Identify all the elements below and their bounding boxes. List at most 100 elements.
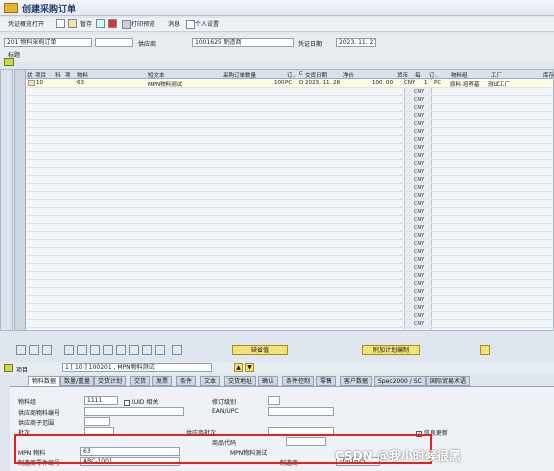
grid-line (26, 199, 553, 200)
filter-icon[interactable] (129, 345, 139, 355)
grid-line (26, 167, 553, 168)
cell-delivery[interactable]: 2023. 11. 28 (305, 80, 340, 86)
sum-icon[interactable] (142, 345, 152, 355)
vendor-mat-no-field[interactable] (84, 407, 184, 416)
cell-unit[interactable]: PC (285, 80, 292, 86)
tab-delivery[interactable]: 交货 (130, 376, 151, 386)
vendor-field[interactable]: 1001625 制造商 (192, 38, 294, 47)
previous-item-icon[interactable]: ▲ (234, 363, 243, 372)
order-number-field[interactable] (95, 38, 133, 47)
tab-qty-weight[interactable]: 数量/重量 (60, 376, 95, 386)
vendor-subrange-label: 供应商子范围 (18, 420, 55, 427)
col-net-price[interactable]: 净价 (343, 71, 354, 79)
planning-icon[interactable] (480, 345, 490, 355)
tab-invoice[interactable]: 发票 (152, 376, 173, 386)
doc-date-field[interactable]: 2023. 11. 27 (336, 38, 376, 47)
collapse-icon[interactable] (4, 364, 13, 372)
revision-field[interactable] (268, 396, 280, 405)
col-item[interactable]: 项目 (35, 71, 46, 79)
detail-tabs: 物料数据 数量/重量 交货计划 交货 发票 条件 文本 交货地址 确认 条件控制… (28, 376, 554, 386)
tab-spec2000[interactable]: Spec2000 / SC (374, 376, 426, 386)
col-acct[interactable]: 科 (55, 71, 61, 79)
col-ordered[interactable]: 订.. (287, 71, 296, 79)
tab-customer-data[interactable]: 客户数据 (340, 376, 373, 386)
col-status[interactable]: 状 (27, 71, 33, 79)
watermark: CSDN @我小时候很黑 (335, 449, 461, 463)
iuid-checkbox[interactable]: IUID 相关 (124, 397, 158, 406)
grid-header: 状 项目 科 项 物料 短文本 采购订单数量 订.. C 交货日期 净价 货币 … (15, 70, 553, 79)
tab-delivery-schedule[interactable]: 交货计划 (94, 376, 127, 386)
personal-settings-button[interactable]: 个人设置 (186, 19, 219, 29)
details-icon[interactable] (16, 345, 26, 355)
tab-texts[interactable]: 文本 (200, 376, 221, 386)
tab-conditions[interactable]: 条件 (176, 376, 197, 386)
col-currency[interactable]: 货币 (397, 71, 408, 79)
title-bar: 创建采购订单 (0, 0, 554, 16)
order-type-select[interactable]: 201 物料采购订单 (4, 38, 92, 47)
col-short-text[interactable]: 短文本 (148, 71, 165, 79)
cell-currency[interactable]: CNY (404, 80, 415, 86)
cell-per[interactable]: 1 (424, 80, 428, 86)
tab-incoterms[interactable]: 国际贸易术语 (426, 376, 471, 386)
default-values-button[interactable]: 缺省值 (232, 345, 288, 355)
status-icon[interactable] (108, 19, 117, 28)
cell-material[interactable]: 63 (77, 80, 84, 86)
grid-line (26, 311, 553, 312)
vendor-mat-no-label: 供应商物料编号 (18, 410, 61, 417)
col-delivery-date[interactable]: 交货日期 (305, 71, 327, 79)
col-cat[interactable]: 项 (65, 71, 71, 79)
additional-planning-button[interactable]: 附加计划编制 (362, 345, 420, 355)
cell-cat[interactable]: D (299, 80, 303, 86)
vendor-subrange-field[interactable] (84, 417, 110, 426)
mat-group-field[interactable]: 1111 (84, 396, 118, 405)
cell-order-unit[interactable]: PC (434, 80, 441, 86)
tab-confirmations[interactable]: 确认 (258, 376, 279, 386)
cell-item[interactable]: 10 (36, 80, 43, 86)
col-per[interactable]: 每 (415, 71, 421, 79)
grid-line (26, 239, 553, 240)
col-material[interactable]: 物料 (77, 71, 88, 79)
sort-asc-icon[interactable] (103, 345, 113, 355)
cell-price[interactable]: 100. 00 (372, 80, 393, 86)
iuid-check-icon[interactable] (124, 399, 130, 406)
col-po-qty[interactable]: 采购订单数量 (223, 71, 256, 79)
grid-line (26, 207, 553, 208)
row-selector[interactable] (15, 70, 26, 330)
print-preview-button[interactable]: 打印预览 (122, 19, 155, 29)
col-mat-group[interactable]: 物料组 (451, 71, 468, 79)
cell-qty[interactable]: 100 (274, 80, 285, 86)
select-all-icon[interactable] (29, 345, 39, 355)
messages-button[interactable]: 消息 (168, 19, 180, 28)
grid-line (26, 223, 553, 224)
delete-icon[interactable] (77, 345, 87, 355)
ean-field[interactable] (268, 407, 334, 416)
grid-line (26, 191, 553, 192)
table-row[interactable]: 10 63 MPN物料测试 100 PC D 2023. 11. 28 100.… (26, 80, 553, 88)
insert-icon[interactable] (90, 345, 100, 355)
expand-icon[interactable] (4, 58, 14, 66)
sort-desc-icon[interactable] (116, 345, 126, 355)
tab-condition-control[interactable]: 条件控制 (282, 376, 315, 386)
grid-row-selector-column[interactable] (0, 69, 13, 331)
doc-date-label: 凭证日期 (298, 41, 323, 48)
tab-material-data[interactable]: 物料数据 (28, 376, 61, 386)
new-doc-icon[interactable] (56, 19, 65, 28)
col-plant[interactable]: 工厂 (491, 71, 502, 79)
deselect-icon[interactable] (42, 345, 52, 355)
col-c[interactable]: C (299, 71, 303, 77)
copy-icon[interactable] (64, 345, 74, 355)
tab-retail[interactable]: 零售 (316, 376, 337, 386)
check-icon[interactable] (96, 19, 105, 28)
grid-line (26, 127, 553, 128)
next-item-icon[interactable]: ▼ (245, 363, 254, 372)
open-icon[interactable] (68, 19, 77, 28)
col-order-unit[interactable]: 订.. (429, 71, 438, 79)
tab-delivery-address[interactable]: 交货地址 (224, 376, 257, 386)
settings-icon[interactable] (172, 345, 182, 355)
doc-overview-button[interactable]: 凭证概览打开 (8, 19, 44, 28)
layout-icon[interactable] (155, 345, 165, 355)
col-storage[interactable]: 库存 (543, 71, 553, 79)
item-select[interactable]: 1 [ 10 ] 100201 , MPN物料测试 (62, 363, 212, 372)
hold-button[interactable]: 暂存 (80, 19, 92, 28)
vendor-label: 供应商 (138, 41, 157, 48)
